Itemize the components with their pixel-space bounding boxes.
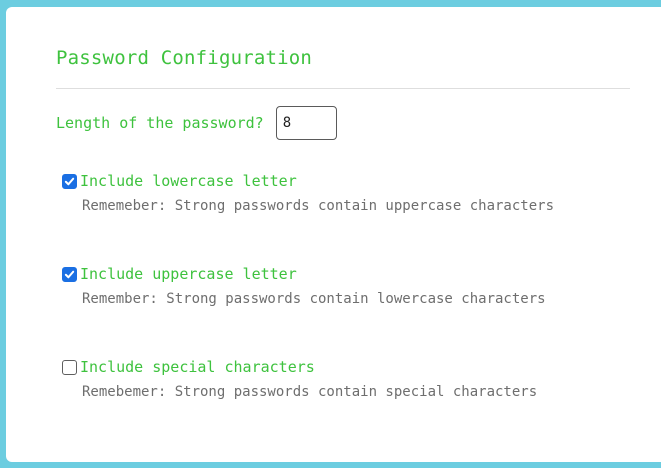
uppercase-checkbox[interactable] — [62, 266, 77, 282]
uppercase-hint: Remember: Strong passwords contain lower… — [82, 291, 546, 307]
special-hint: Remebemer: Strong passwords contain spec… — [82, 384, 538, 400]
checkmark-icon — [64, 270, 75, 278]
checkmark-icon — [64, 177, 75, 185]
password-config-panel: Password Configuration Length of the pas… — [6, 7, 661, 462]
lowercase-check-row[interactable]: Include lowercase letter — [62, 170, 554, 192]
option-lowercase: Include lowercase letter Rememeber: Stro… — [62, 170, 554, 214]
uppercase-label[interactable]: Include uppercase letter — [80, 265, 297, 283]
lowercase-hint: Rememeber: Strong passwords contain uppe… — [82, 198, 555, 214]
option-special: Include special characters Remebemer: St… — [62, 356, 537, 400]
special-check-row[interactable]: Include special characters — [62, 356, 537, 378]
length-input[interactable] — [275, 106, 337, 140]
lowercase-checkbox[interactable] — [62, 173, 77, 189]
option-uppercase: Include uppercase letter Remember: Stron… — [62, 263, 546, 307]
length-label: Length of the password? — [56, 114, 264, 132]
special-label[interactable]: Include special characters — [80, 358, 315, 376]
page-title: Password Configuration — [56, 47, 313, 69]
title-divider — [56, 88, 630, 89]
uppercase-check-row[interactable]: Include uppercase letter — [62, 263, 546, 285]
length-row: Length of the password? — [56, 106, 337, 140]
special-checkbox[interactable] — [62, 359, 77, 375]
lowercase-label[interactable]: Include lowercase letter — [80, 172, 297, 190]
